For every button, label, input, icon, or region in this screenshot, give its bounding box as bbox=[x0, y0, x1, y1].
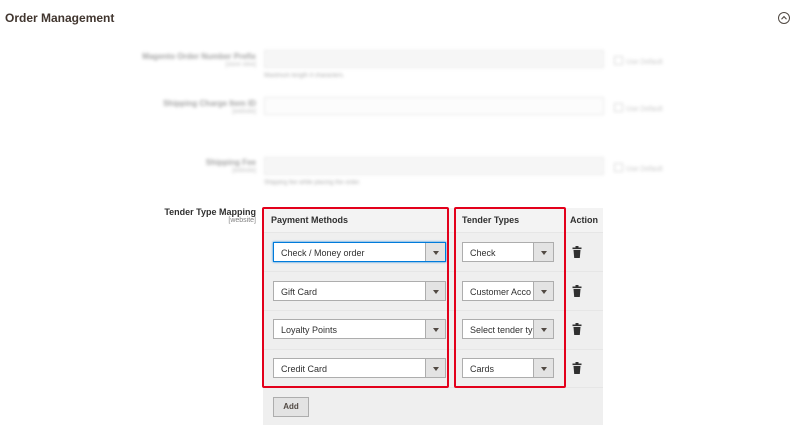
shipping-fee-select[interactable] bbox=[264, 157, 604, 175]
field-label: Magento Order Number Prefix bbox=[142, 52, 256, 61]
add-button[interactable]: Add bbox=[273, 397, 309, 417]
collapse-button[interactable] bbox=[778, 12, 790, 24]
field-note: Maximum length 4 characters. bbox=[264, 73, 345, 79]
use-default-label: Use Default bbox=[626, 59, 663, 66]
field-scope: [website] bbox=[232, 168, 256, 174]
tender-types-highlight bbox=[454, 207, 566, 388]
section-title: Order Management bbox=[5, 11, 115, 25]
trash-icon[interactable] bbox=[572, 362, 582, 374]
use-default-label: Use Default bbox=[626, 106, 663, 113]
tender-mapping-label: Tender Type Mapping bbox=[164, 207, 256, 217]
order-prefix-input[interactable] bbox=[264, 50, 604, 68]
field-note: Shipping fee while placing the order. bbox=[264, 180, 361, 186]
use-default-checkbox[interactable]: Use Default bbox=[614, 163, 663, 173]
tender-mapping-scope: [website] bbox=[228, 217, 256, 224]
trash-icon[interactable] bbox=[572, 323, 582, 335]
use-default-label: Use Default bbox=[626, 166, 663, 173]
trash-icon[interactable] bbox=[572, 285, 582, 297]
shipping-item-input[interactable] bbox=[264, 97, 604, 115]
use-default-checkbox[interactable]: Use Default bbox=[614, 103, 663, 113]
field-scope: [store view] bbox=[225, 62, 256, 68]
chevron-up-icon bbox=[781, 15, 787, 20]
payment-methods-highlight bbox=[262, 207, 449, 388]
field-label: Shipping Charge Item ID bbox=[163, 99, 256, 108]
field-scope: [website] bbox=[232, 109, 256, 115]
field-label: Shipping Fee bbox=[205, 158, 256, 167]
col-header-action: Action bbox=[570, 215, 598, 225]
trash-icon[interactable] bbox=[572, 246, 582, 258]
use-default-checkbox[interactable]: Use Default bbox=[614, 56, 663, 66]
